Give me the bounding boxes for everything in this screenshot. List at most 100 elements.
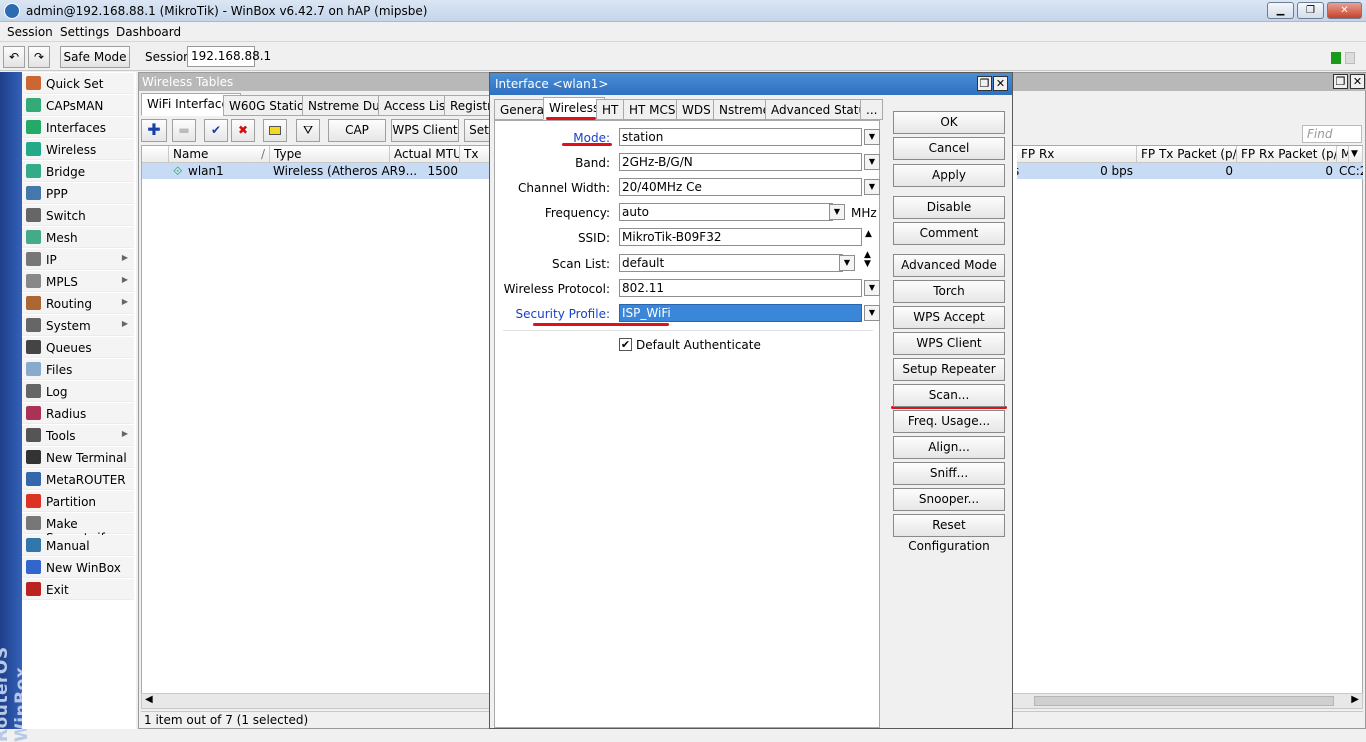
scroll-thumb[interactable] — [1034, 696, 1334, 706]
filter-button[interactable]: ⛛ — [296, 119, 320, 142]
comment-button[interactable]: Comment — [893, 222, 1005, 245]
table-row[interactable]: ⟐ wlan1 Wireless (Atheros AR9... 1500 — [142, 163, 492, 179]
sidebar-item-interfaces[interactable]: Interfaces — [22, 117, 134, 138]
security-profile-select[interactable]: ISP_WiFi — [619, 304, 862, 322]
sidebar-item-routing[interactable]: Routing ▶ — [22, 293, 134, 314]
security-profile-dropdown-icon[interactable]: ▼ — [864, 305, 880, 321]
remove-button[interactable]: ▬ — [172, 119, 196, 142]
menu-dashboard[interactable]: Dashboard — [116, 25, 181, 39]
sidebar-item-mesh[interactable]: Mesh — [22, 227, 134, 248]
sidebar-item-mpls[interactable]: MPLS ▶ — [22, 271, 134, 292]
mode-dropdown-icon[interactable]: ▼ — [864, 129, 880, 145]
scan-list-updown-icon[interactable]: ▲ ▼ — [864, 251, 871, 269]
safe-mode-button[interactable]: Safe Mode — [60, 46, 130, 68]
wps-client-button[interactable]: WPS Client — [391, 119, 459, 142]
minimize-button[interactable]: ▁ — [1267, 2, 1294, 19]
sidebar-item-ppp[interactable]: PPP — [22, 183, 134, 204]
dialog-maximize-button[interactable]: ❐ — [977, 76, 992, 91]
mode-select[interactable]: station — [619, 128, 862, 146]
sidebar-item-new-winbox[interactable]: New WinBox — [22, 557, 134, 578]
tab-ht[interactable]: HT — [596, 99, 625, 120]
sidebar-item-capsman[interactable]: CAPsMAN — [22, 95, 134, 116]
column-header-fp-rx[interactable]: FP Rx — [1017, 146, 1137, 163]
wt-maximize-button[interactable]: ❐ — [1333, 74, 1348, 89]
align-button[interactable]: Align... — [893, 436, 1005, 459]
undo-button[interactable]: ↶ — [3, 46, 25, 68]
sidebar-item-metarouter[interactable]: MetaROUTER — [22, 469, 134, 490]
tab-registration[interactable]: Registrat — [444, 95, 492, 116]
wps-accept-button[interactable]: WPS Accept — [893, 306, 1005, 329]
freq-usage-button[interactable]: Freq. Usage... — [893, 410, 1005, 433]
redo-button[interactable]: ↷ — [28, 46, 50, 68]
disable-button[interactable]: ✖ — [231, 119, 255, 142]
sidebar-item-radius[interactable]: Radius — [22, 403, 134, 424]
cap-button[interactable]: CAP — [328, 119, 386, 142]
close-button[interactable]: ✕ — [1327, 2, 1362, 19]
frequency-dropdown-icon[interactable]: ▼ — [829, 204, 845, 220]
default-authenticate-checkbox[interactable]: ✔ — [619, 338, 632, 351]
sidebar-item-quick-set[interactable]: Quick Set — [22, 73, 134, 94]
column-header-m[interactable]: M — [1337, 146, 1349, 163]
column-header-fp-rx-packet[interactable]: FP Rx Packet (p/s) — [1237, 146, 1337, 163]
scan-button[interactable]: Scan... — [893, 384, 1005, 407]
scroll-right-icon[interactable]: ▶ — [1351, 694, 1359, 705]
wireless-protocol-select[interactable]: 802.11 — [619, 279, 862, 297]
sidebar-item-manual[interactable]: Manual — [22, 535, 134, 556]
tab-ht-mcs[interactable]: HT MCS — [623, 99, 682, 120]
ssid-collapse-icon[interactable]: ▲ — [865, 229, 872, 239]
scan-list-input[interactable]: default — [619, 254, 843, 272]
sidebar-item-system[interactable]: System ▶ — [22, 315, 134, 336]
advanced-mode-button[interactable]: Advanced Mode — [893, 254, 1005, 277]
setup-repeater-button[interactable]: Setup Repeater — [893, 358, 1005, 381]
find-input[interactable]: Find — [1302, 125, 1362, 143]
menu-settings[interactable]: Settings — [60, 25, 109, 39]
reset-configuration-button[interactable]: Reset Configuration — [893, 514, 1005, 553]
session-input[interactable]: 192.168.88.1 — [187, 46, 271, 67]
column-header-name[interactable]: Name / — [169, 146, 270, 163]
maximize-button[interactable]: ❐ — [1297, 2, 1324, 19]
wps-client-button[interactable]: WPS Client — [893, 332, 1005, 355]
scroll-left-icon[interactable]: ◀ — [145, 694, 153, 705]
channel-width-select[interactable]: 20/40MHz Ce — [619, 178, 862, 196]
sidebar-item-make-supout-rif[interactable]: Make Supout.rif — [22, 513, 134, 545]
band-dropdown-icon[interactable]: ▼ — [864, 154, 880, 170]
sidebar-item-queues[interactable]: Queues — [22, 337, 134, 358]
sidebar-item-exit[interactable]: Exit — [22, 579, 134, 600]
scan-list-dropdown-icon[interactable]: ▼ — [839, 255, 855, 271]
ssid-input[interactable]: MikroTik-B09F32 — [619, 228, 862, 246]
sidebar-item-files[interactable]: Files — [22, 359, 134, 380]
disable-button[interactable]: Disable — [893, 196, 1005, 219]
add-button[interactable]: ✚ — [141, 119, 167, 142]
torch-button[interactable]: Torch — [893, 280, 1005, 303]
sidebar-item-wireless[interactable]: Wireless — [22, 139, 134, 160]
enable-button[interactable]: ✔ — [204, 119, 228, 142]
sniff-button[interactable]: Sniff... — [893, 462, 1005, 485]
table-row-continued[interactable]: s 0 bps 0 0 CC:2 — [1017, 163, 1363, 179]
band-select[interactable]: 2GHz-B/G/N — [619, 153, 862, 171]
tab-wds[interactable]: WDS — [676, 99, 717, 120]
sidebar-item-log[interactable]: Log — [22, 381, 134, 402]
column-header-tx[interactable]: Tx — [460, 146, 492, 163]
wt-close-button[interactable]: ✕ — [1350, 74, 1365, 89]
column-header-fp-tx-packet[interactable]: FP Tx Packet (p/s) — [1137, 146, 1237, 163]
sidebar-item-bridge[interactable]: Bridge — [22, 161, 134, 182]
sidebar-item-ip[interactable]: IP ▶ — [22, 249, 134, 270]
frequency-input[interactable]: auto — [619, 203, 833, 221]
sidebar-item-tools[interactable]: Tools ▶ — [22, 425, 134, 446]
sidebar-item-partition[interactable]: Partition — [22, 491, 134, 512]
column-header-actual-mtu[interactable]: Actual MTU — [390, 146, 460, 163]
menu-session[interactable]: Session — [7, 25, 53, 39]
apply-button[interactable]: Apply — [893, 164, 1005, 187]
sidebar-item-switch[interactable]: Switch — [22, 205, 134, 226]
dialog-close-button[interactable]: ✕ — [993, 76, 1008, 91]
sidebar-item-new-terminal[interactable]: New Terminal — [22, 447, 134, 468]
ok-button[interactable]: OK — [893, 111, 1005, 134]
tab-more[interactable]: ... — [860, 99, 884, 120]
wireless-protocol-dropdown-icon[interactable]: ▼ — [864, 280, 880, 296]
snooper-button[interactable]: Snooper... — [893, 488, 1005, 511]
column-header-type[interactable]: Type — [270, 146, 390, 163]
channel-width-dropdown-icon[interactable]: ▼ — [864, 179, 880, 195]
column-chooser-icon[interactable]: ▼ — [1349, 146, 1363, 163]
cancel-button[interactable]: Cancel — [893, 137, 1005, 160]
comment-button[interactable] — [263, 119, 287, 142]
